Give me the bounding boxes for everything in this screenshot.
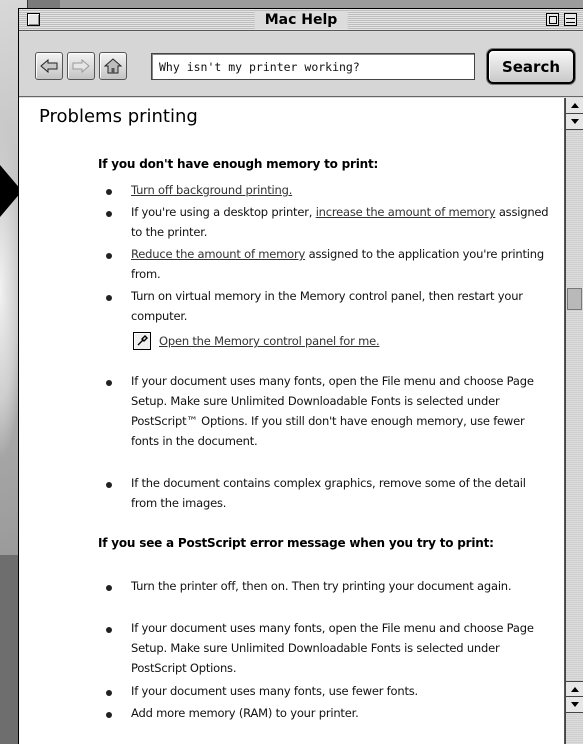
zoom-box-icon[interactable] bbox=[546, 13, 559, 26]
reduce-memory-link[interactable]: Reduce the amount of memory bbox=[131, 247, 305, 261]
open-memory-control-panel-link[interactable]: Open the Memory control panel for me. bbox=[159, 334, 380, 348]
section-heading-postscript: If you see a PostScript error message wh… bbox=[98, 536, 494, 550]
scroll-thumb[interactable] bbox=[567, 288, 582, 310]
bullet bbox=[106, 253, 112, 259]
vertical-scrollbar[interactable] bbox=[565, 98, 583, 744]
bullet bbox=[106, 712, 112, 718]
list-item: If the document contains complex graphic… bbox=[131, 476, 526, 510]
scroll-down-arrow-icon[interactable] bbox=[566, 697, 583, 713]
back-arrow-icon bbox=[40, 59, 58, 73]
list-item: If your document uses many fonts, open t… bbox=[131, 374, 534, 448]
list-item: If your document uses many fonts, use fe… bbox=[131, 684, 419, 698]
scroll-up-arrow-icon[interactable] bbox=[566, 681, 583, 697]
close-box-icon[interactable] bbox=[27, 13, 40, 26]
section-heading-memory: If you don't have enough memory to print… bbox=[98, 157, 379, 171]
list-item: Turn the printer off, then on. Then try … bbox=[131, 579, 512, 593]
bullet bbox=[106, 482, 112, 488]
background-printing-link[interactable]: Turn off background printing. bbox=[131, 183, 292, 197]
mac-help-window: Mac Help Search Problems printing If you… bbox=[18, 8, 583, 744]
bullet bbox=[106, 211, 112, 217]
search-button[interactable]: Search bbox=[487, 49, 575, 84]
list-item: Turn off background printing. bbox=[131, 180, 551, 200]
forward-arrow-icon bbox=[72, 59, 90, 73]
list-item: Reduce the amount of memory assigned to … bbox=[131, 244, 551, 284]
search-input[interactable] bbox=[151, 53, 475, 80]
title-bar[interactable]: Mac Help bbox=[19, 9, 583, 31]
increase-memory-link[interactable]: increase the amount of memory bbox=[316, 205, 496, 219]
list-item: Add more memory (RAM) to your printer. bbox=[131, 706, 359, 720]
home-button[interactable] bbox=[99, 52, 127, 80]
bullet bbox=[106, 690, 112, 696]
collapse-box-icon[interactable] bbox=[564, 13, 577, 26]
memory-control-panel-link-row[interactable]: Open the Memory control panel for me. bbox=[133, 330, 380, 352]
item-text: If you're using a desktop printer, bbox=[131, 205, 316, 219]
list-item: If your document uses many fonts, open t… bbox=[131, 621, 534, 675]
help-content: Problems printing If you don't have enou… bbox=[19, 98, 565, 744]
list-item: Turn on virtual memory in the Memory con… bbox=[131, 289, 523, 323]
bullet bbox=[106, 380, 112, 386]
window-title: Mac Help bbox=[254, 11, 348, 29]
scroll-up-arrow-icon[interactable] bbox=[566, 98, 583, 114]
scroll-down-arrow-icon[interactable] bbox=[566, 114, 583, 130]
toolbar: Search bbox=[19, 32, 583, 97]
bullet bbox=[106, 627, 112, 633]
bullet bbox=[106, 189, 112, 195]
forward-button[interactable] bbox=[67, 52, 95, 80]
bullet bbox=[106, 585, 112, 591]
home-icon bbox=[104, 58, 122, 74]
list-item: If you're using a desktop printer, incre… bbox=[131, 202, 551, 242]
page-title: Problems printing bbox=[39, 106, 198, 127]
apple-guide-icon[interactable] bbox=[133, 332, 151, 350]
back-button[interactable] bbox=[35, 52, 63, 80]
bullet bbox=[106, 295, 112, 301]
